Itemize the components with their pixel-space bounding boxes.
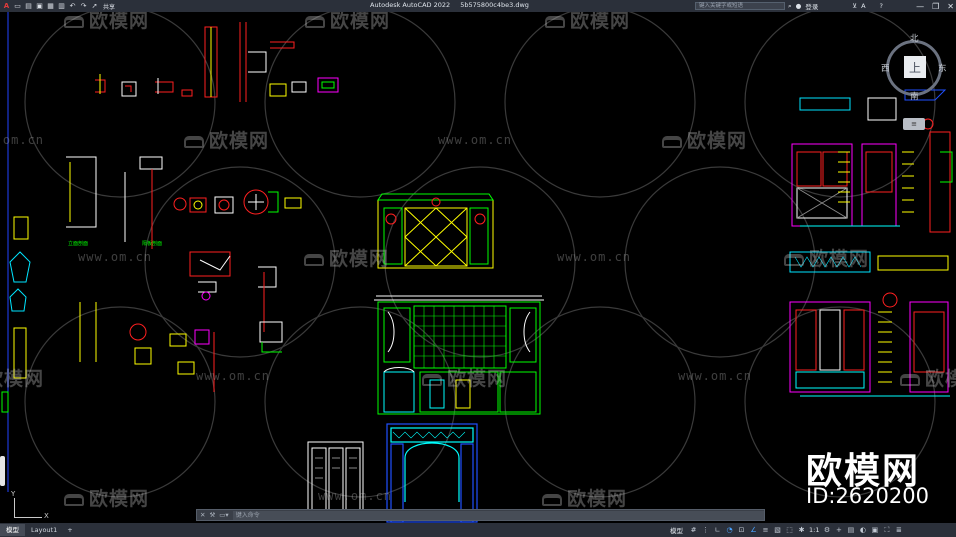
svg-text:立面剖面: 立面剖面 [68, 240, 88, 247]
polar-icon[interactable]: ◔ [725, 526, 734, 535]
elevation-right-upper [791, 89, 953, 233]
watermark-url: www.om.cn [318, 489, 393, 503]
print-icon[interactable]: ▥ [57, 2, 66, 11]
watermark-brand: 欧模网 [0, 368, 45, 390]
share-label[interactable]: 共享 [103, 2, 115, 11]
osnap-icon[interactable]: ⊡ [737, 526, 746, 535]
isolate-icon[interactable]: ◐ [858, 526, 867, 535]
watermark-brand: 欧模网 [184, 126, 269, 153]
save-icon[interactable]: ▣ [35, 2, 44, 11]
file-name: 5b575800c4be3.dwg [460, 1, 529, 9]
annotation-icon[interactable]: ✱ [797, 526, 806, 535]
window-controls: — ❐ ✕ [916, 0, 954, 12]
app-title: Autodesk AutoCAD 2022 [370, 1, 451, 9]
login-button[interactable]: 登录 [805, 1, 818, 11]
watermark-url: www.om.cn [196, 369, 271, 383]
view-cube-top-face[interactable]: 上 [904, 56, 926, 78]
open-icon[interactable]: ▤ [24, 2, 33, 11]
snap-icon[interactable]: ⋮ [701, 526, 710, 535]
watermark-brand: 欧模网 [784, 244, 869, 271]
workspace-icon[interactable]: ⚙ [822, 526, 831, 535]
tab-model[interactable]: 模型 [0, 524, 25, 536]
tab-layout1[interactable]: Layout1 [25, 524, 63, 536]
close-icon[interactable]: ✕ [947, 2, 954, 11]
compass-west[interactable]: 西 [881, 62, 890, 74]
help-icon[interactable]: ? [880, 2, 883, 10]
saveas-icon[interactable]: ▦ [46, 2, 55, 11]
watermark-brand: 欧模网 [305, 12, 390, 33]
redo-icon[interactable]: ↷ [79, 2, 88, 11]
detail-group-left-middle: 立面剖面 隔板剖面 [66, 156, 302, 392]
app-menu-icon[interactable]: A [2, 2, 11, 11]
command-input[interactable]: 键入命令 [232, 510, 764, 520]
svg-text:隔板剖面: 隔板剖面 [142, 240, 162, 247]
watermark-brand: 欧模网 [662, 126, 747, 153]
new-icon[interactable]: ▭ [13, 2, 22, 11]
model-space-toggle[interactable]: 模型 [667, 525, 686, 535]
window-title: Autodesk AutoCAD 2022 5b575800c4be3.dwg [370, 1, 537, 9]
layout-status-bar: 模型 Layout1 + 模型 # ⋮ ∟ ◔ ⊡ ∠ ≡ ▧ ⬚ ✱ 1:1 … [0, 523, 956, 537]
ucs-icon: XY [11, 490, 49, 520]
otrack-icon[interactable]: ∠ [749, 526, 758, 535]
view-cube[interactable]: 上 北 南 西 东 [881, 32, 947, 102]
watermark-url: www.om.cn [438, 133, 513, 147]
watermark-brand: 欧模网 [64, 12, 149, 33]
overlay-id: ID:2620200 [806, 484, 929, 508]
watermark-url: www.om.cn [0, 133, 45, 147]
customize-icon[interactable]: ≣ [894, 526, 903, 535]
cart-icon[interactable]: ⊻ [852, 2, 857, 10]
navigation-bar[interactable]: ≡ [903, 118, 925, 130]
add-layout-button[interactable]: + [63, 526, 76, 534]
compass-north[interactable]: 北 [910, 32, 919, 44]
watermark-brand: 欧模网 [900, 364, 956, 391]
account-area: ⌕ ● 登录 ⊻ A ? [788, 1, 883, 12]
title-bar: A ▭ ▤ ▣ ▦ ▥ ↶ ↷ ➚ 共享 Autodesk AutoCAD 20… [0, 0, 956, 12]
lineweight-icon[interactable]: ≡ [761, 526, 770, 535]
wrench-icon[interactable]: ⚒ [209, 511, 215, 519]
watermark-url: www.om.cn [557, 250, 632, 264]
watermark-url: www.om.cn [678, 369, 753, 383]
fullscreen-icon[interactable]: ⛶ [882, 526, 891, 535]
selection-icon[interactable]: ⬚ [785, 526, 794, 535]
vertical-scroll-handle[interactable] [0, 456, 5, 486]
minimize-icon[interactable]: — [916, 2, 924, 11]
detail-group-top-left [95, 22, 339, 102]
elevation-bottom-cabinet [307, 441, 364, 517]
watermark-brand: 欧模网 [545, 12, 630, 33]
restore-icon[interactable]: ❐ [932, 2, 939, 11]
units-icon[interactable]: + [834, 526, 843, 535]
detail-group-left [1, 12, 31, 492]
user-icon[interactable]: ● [796, 2, 802, 10]
command-prompt-icon[interactable]: ▭▾ [219, 511, 228, 519]
transparency-icon[interactable]: ▧ [773, 526, 782, 535]
close-icon[interactable]: ✕ [200, 511, 205, 519]
search-icon[interactable]: ⌕ [788, 2, 792, 11]
command-line: ✕ ⚒ ▭▾ 键入命令 [196, 509, 765, 521]
status-toolbar: 模型 # ⋮ ∟ ◔ ⊡ ∠ ≡ ▧ ⬚ ✱ 1:1 ⚙ + ▤ ◐ ▣ ⛶ ≣ [667, 523, 903, 537]
ortho-icon[interactable]: ∟ [713, 526, 722, 535]
compass-east[interactable]: 东 [938, 62, 947, 74]
hardware-icon[interactable]: ▣ [870, 526, 879, 535]
grid-icon[interactable]: # [689, 526, 698, 535]
watermark-brand: 欧模网 [422, 364, 507, 391]
elevation-upper-center [377, 193, 494, 269]
quick-access-toolbar: A ▭ ▤ ▣ ▦ ▥ ↶ ↷ ➚ 共享 [0, 0, 115, 12]
elevation-arch-blue [386, 423, 478, 523]
watermark-brand: 欧模网 [304, 244, 389, 271]
autodesk-icon[interactable]: A [861, 2, 865, 10]
share-icon[interactable]: ➚ [90, 2, 99, 11]
compass-south[interactable]: 南 [910, 90, 919, 102]
undo-icon[interactable]: ↶ [68, 2, 77, 11]
watermark-brand: 欧模网 [542, 484, 627, 511]
quickprops-icon[interactable]: ▤ [846, 526, 855, 535]
search-input[interactable]: 键入关键字或短语 [695, 2, 785, 10]
annotation-scale[interactable]: 1:1 [809, 526, 819, 534]
watermark-url: www.om.cn [78, 250, 153, 264]
watermark-brand: 欧模网 [64, 484, 149, 511]
drawing-canvas[interactable]: 立面剖面 隔板剖面 欧模网 欧模网 欧模网 om.cn 欧模网 www.om.c… [0, 12, 956, 523]
